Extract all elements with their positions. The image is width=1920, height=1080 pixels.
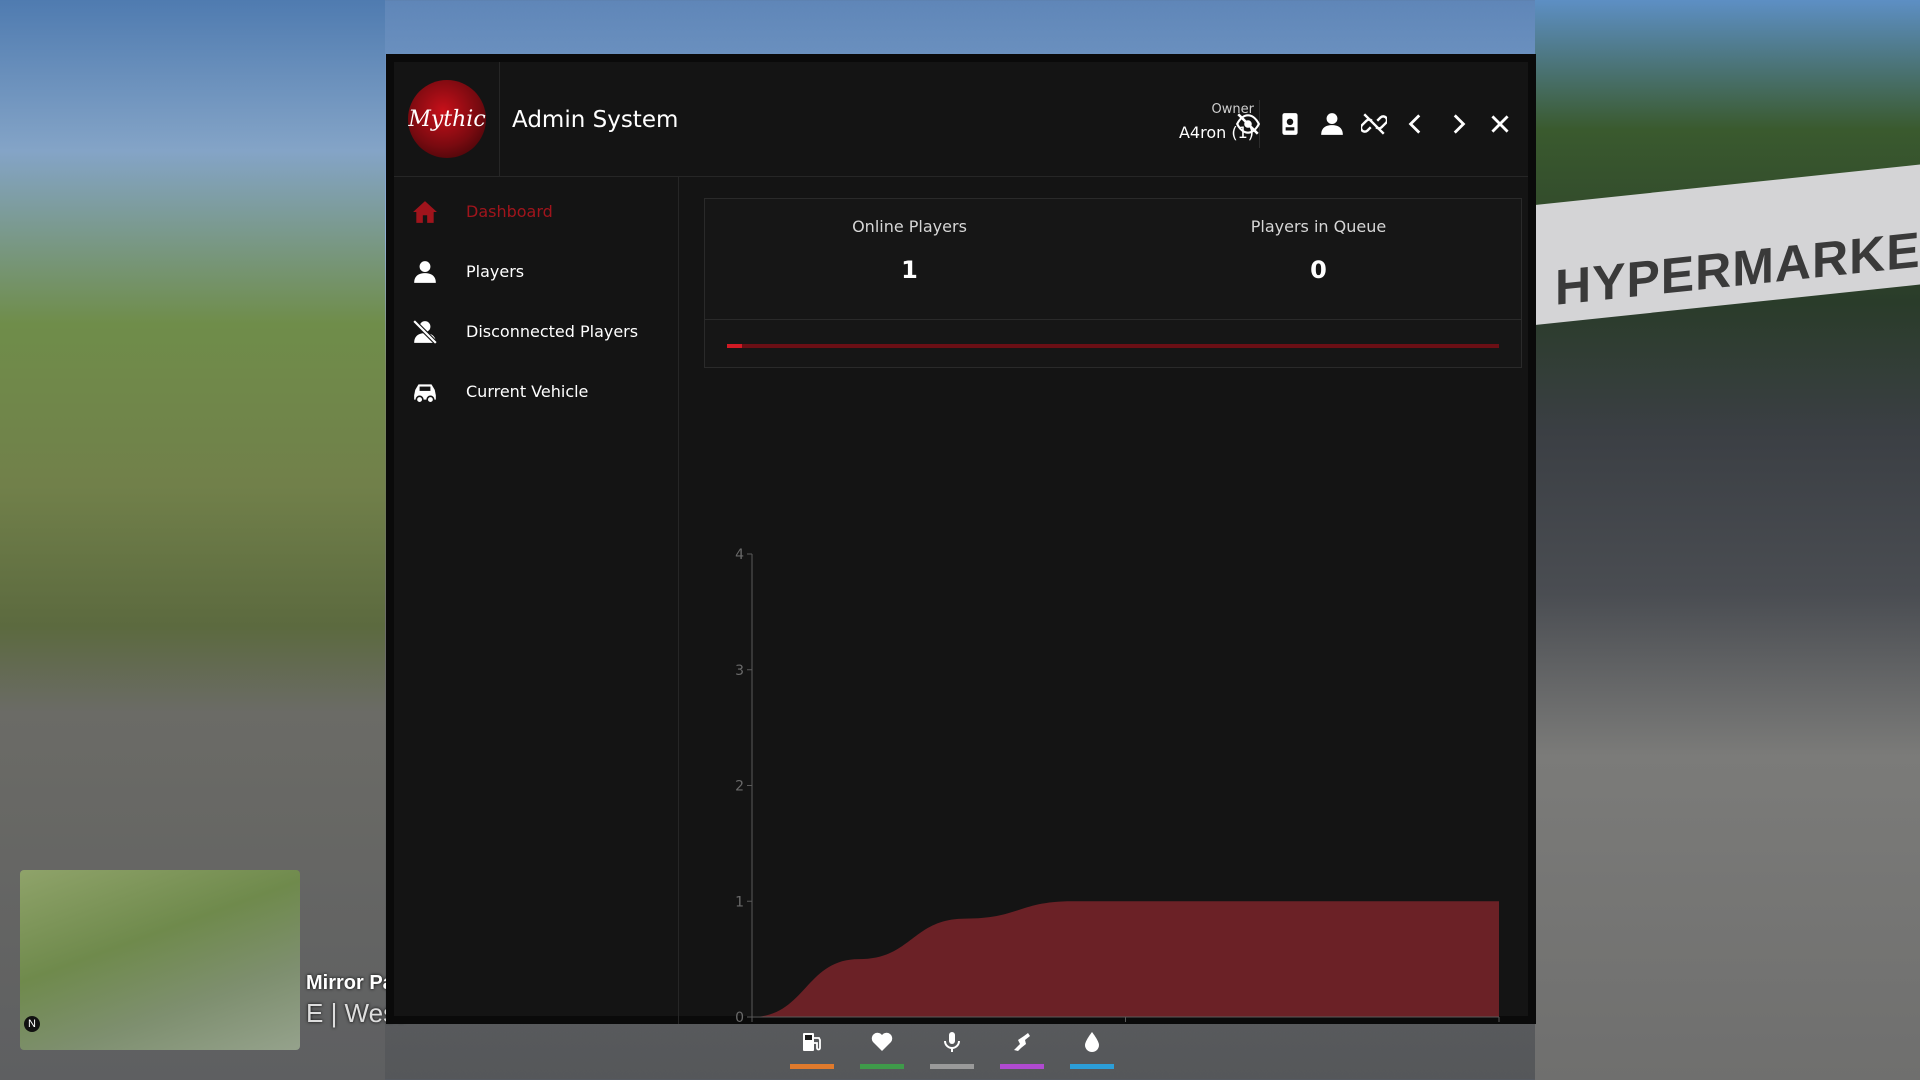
sidebar-item-label: Disconnected Players bbox=[466, 322, 639, 341]
health-bar bbox=[860, 1064, 904, 1069]
chart-y-tick-label: 1 bbox=[735, 894, 744, 910]
stats-divider bbox=[705, 319, 1521, 320]
close-icon[interactable] bbox=[1486, 110, 1514, 138]
sidebar-item-label: Current Vehicle bbox=[466, 382, 589, 401]
hud-health bbox=[860, 1030, 904, 1069]
hud-voice bbox=[930, 1030, 974, 1069]
admin-window: Mythic Admin System Owner A4ron (1) Dash… bbox=[386, 54, 1536, 1041]
online-players-label: Online Players bbox=[852, 217, 967, 236]
queue-players-label: Players in Queue bbox=[1250, 217, 1387, 236]
chart-y-tick-label: 0 bbox=[735, 1010, 744, 1022]
mythic-logo: Mythic bbox=[408, 80, 486, 158]
sidebar-item-label: Players bbox=[466, 262, 525, 281]
chart-area-series bbox=[752, 901, 1499, 1017]
sidebar-item-players[interactable]: Players bbox=[394, 249, 679, 295]
player-capacity-fill bbox=[727, 344, 743, 348]
unlink-icon[interactable] bbox=[1360, 110, 1388, 138]
status-hud bbox=[790, 1030, 1114, 1069]
stamina-icon bbox=[1014, 1033, 1030, 1051]
chart-y-tick-label: 3 bbox=[735, 663, 744, 679]
chart-y-tick-label: 4 bbox=[735, 547, 744, 563]
online-players-stat: Online Players 1 bbox=[705, 217, 1114, 284]
chevron-left-icon[interactable] bbox=[1402, 110, 1430, 138]
voice-bar bbox=[930, 1064, 974, 1069]
user-icon bbox=[412, 259, 438, 285]
hud-fuel bbox=[790, 1030, 834, 1069]
header-toolbar bbox=[1234, 110, 1514, 138]
sidebar-item-label: Dashboard bbox=[466, 202, 553, 221]
thirst-bar bbox=[1070, 1064, 1114, 1069]
stamina-bar bbox=[1000, 1064, 1044, 1069]
queue-players-value: 0 bbox=[1310, 256, 1327, 284]
hud-stamina bbox=[1000, 1030, 1044, 1069]
chevron-right-icon[interactable] bbox=[1444, 110, 1472, 138]
id-card-icon[interactable] bbox=[1276, 110, 1304, 138]
heart-icon bbox=[871, 1032, 893, 1051]
user-icon[interactable] bbox=[1318, 110, 1346, 138]
fuel-icon bbox=[803, 1033, 821, 1051]
players-chart: 0123417:0717:37Now bbox=[704, 402, 1522, 1041]
eye-slash-icon[interactable] bbox=[1234, 110, 1262, 138]
game-background-right bbox=[1535, 0, 1920, 1080]
fuel-bar bbox=[790, 1064, 834, 1069]
logo-text: Mythic bbox=[408, 106, 486, 132]
player-stats-panel: Online Players 1 Players in Queue 0 bbox=[704, 198, 1522, 368]
minimap bbox=[20, 870, 300, 1050]
players-chart-svg: 0123417:0717:37Now bbox=[735, 547, 1500, 1041]
sidebar-item-dashboard[interactable]: Dashboard bbox=[394, 189, 679, 235]
queue-players-stat: Players in Queue 0 bbox=[1114, 217, 1523, 284]
user-slash-icon bbox=[412, 319, 438, 345]
home-icon bbox=[412, 199, 438, 225]
sidebar: Dashboard Players Disconnected Players C… bbox=[394, 177, 679, 1024]
compass-north: N bbox=[24, 1016, 40, 1032]
water-drop-icon bbox=[1085, 1032, 1099, 1052]
hud-thirst bbox=[1070, 1030, 1114, 1069]
sidebar-item-current-vehicle[interactable]: Current Vehicle bbox=[394, 369, 679, 415]
online-players-value: 1 bbox=[901, 256, 918, 284]
chart-y-tick-label: 2 bbox=[735, 779, 744, 795]
app-title: Admin System bbox=[512, 107, 679, 133]
car-icon bbox=[412, 379, 438, 405]
sidebar-item-disconnected-players[interactable]: Disconnected Players bbox=[394, 309, 679, 355]
player-capacity-bar bbox=[727, 344, 1499, 348]
window-header: Mythic Admin System Owner A4ron (1) bbox=[394, 62, 1528, 177]
header-divider bbox=[499, 62, 500, 177]
microphone-icon bbox=[944, 1032, 960, 1052]
